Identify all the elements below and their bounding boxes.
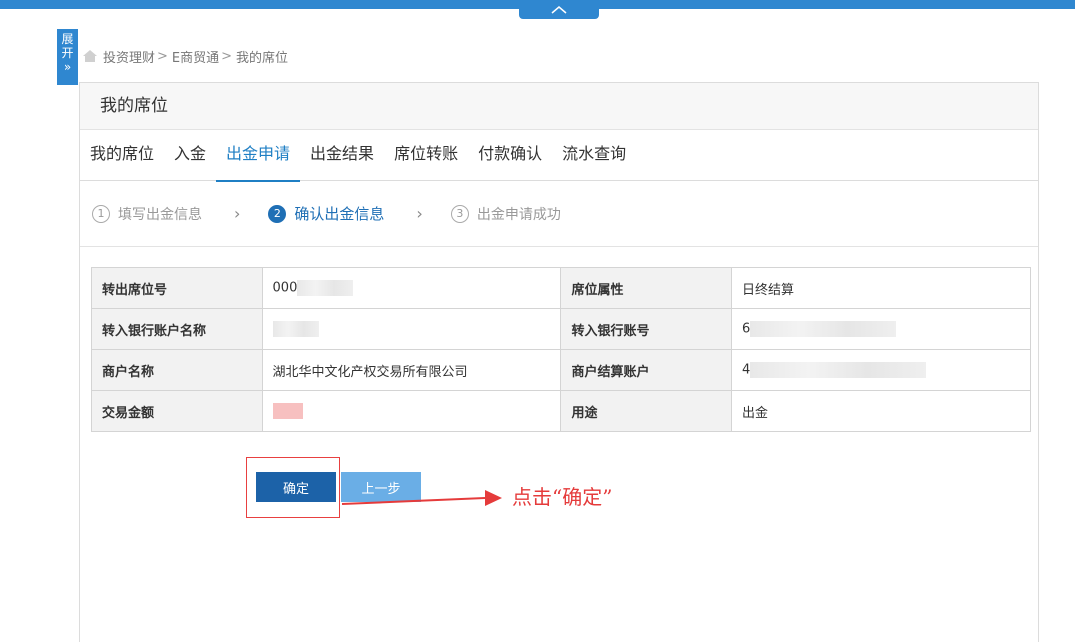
label-amount: 交易金额 — [91, 390, 263, 432]
tab-my-seat[interactable]: 我的席位 — [90, 130, 164, 180]
value-seat-attr: 日终结算 — [731, 267, 1031, 309]
step-number: 1 — [92, 204, 110, 223]
value-out-seat-no: 000 — [261, 267, 562, 309]
step-fill-info: 1 填写出金信息 — [92, 204, 202, 224]
tab-seat-transfer[interactable]: 席位转账 — [394, 130, 468, 180]
redacted-block — [272, 403, 303, 419]
label-seat-attr: 席位属性 — [560, 267, 733, 309]
tab-deposit[interactable]: 入金 — [174, 130, 216, 180]
chevron-up-icon — [551, 6, 567, 14]
annotation-arrow-icon — [341, 490, 502, 506]
redacted-block — [750, 362, 927, 378]
step-label: 出金申请成功 — [476, 206, 561, 223]
label-merchant-account: 商户结算账户 — [560, 349, 733, 391]
tab-flow-query[interactable]: 流水查询 — [562, 130, 636, 180]
table-row: 转入银行账户名称 转入银行账号 6 — [91, 308, 1031, 350]
label-merchant-name: 商户名称 — [91, 349, 263, 391]
confirm-button[interactable]: 确定 — [256, 472, 336, 502]
value-bank-account-no: 6 — [731, 308, 1031, 350]
step-number: 2 — [268, 204, 287, 223]
tab-withdraw-result[interactable]: 出金结果 — [310, 130, 384, 180]
step-success: 3 出金申请成功 — [450, 204, 561, 224]
breadcrumb: 投资理财 > E商贸通 > 我的席位 — [82, 47, 289, 66]
chevron-right-icon: › — [416, 204, 423, 223]
collapse-header-button[interactable] — [519, 0, 599, 19]
value-merchant-account: 4 — [731, 349, 1031, 391]
withdraw-info-table: 转出席位号 000 席位属性 日终结算 转入银行账户名称 转入银行账号 6 商户… — [91, 267, 1031, 432]
chevron-right-icon: › — [234, 204, 241, 223]
step-number: 3 — [450, 204, 469, 223]
progress-steps: 1 填写出金信息 › 2 确认出金信息 › 3 出金申请成功 — [80, 181, 1038, 247]
step-confirm-info: 2 确认出金信息 — [268, 203, 384, 224]
expand-sidebar-tab[interactable]: 展 开 » — [57, 29, 78, 85]
tab-payment-confirm[interactable]: 付款确认 — [478, 130, 552, 180]
label-bank-account-no: 转入银行账号 — [560, 308, 733, 350]
table-row: 商户名称 湖北华中文化产权交易所有限公司 商户结算账户 4 — [91, 349, 1031, 391]
masked-text: 6 — [742, 321, 751, 337]
tab-bar: 我的席位 入金 出金申请 出金结果 席位转账 付款确认 流水查询 — [80, 130, 1038, 182]
main-panel: 我的席位 我的席位 入金 出金申请 出金结果 席位转账 付款确认 流水查询 1 … — [79, 82, 1039, 642]
table-row: 交易金额 用途 出金 — [91, 390, 1031, 432]
panel-title: 我的席位 — [80, 83, 1038, 130]
breadcrumb-item-my-seat: 我的席位 — [236, 50, 289, 66]
redacted-block — [272, 321, 319, 337]
breadcrumb-separator: > — [157, 48, 168, 64]
label-purpose: 用途 — [560, 390, 733, 432]
expand-label-1: 展 — [61, 32, 74, 46]
expand-label-2: 开 — [61, 46, 74, 60]
annotation-text: 点击“确定” — [512, 485, 613, 509]
value-bank-account-name — [261, 308, 562, 350]
breadcrumb-item-emaotong[interactable]: E商贸通 — [172, 47, 219, 66]
value-purpose: 出金 — [731, 390, 1031, 432]
masked-text: 000 — [272, 280, 298, 296]
table-row: 转出席位号 000 席位属性 日终结算 — [91, 267, 1031, 309]
step-label: 确认出金信息 — [294, 205, 385, 223]
value-merchant-name: 湖北华中文化产权交易所有限公司 — [261, 349, 562, 391]
tab-withdraw-apply[interactable]: 出金申请 — [216, 130, 301, 182]
step-label: 填写出金信息 — [118, 206, 202, 223]
masked-text: 4 — [742, 362, 751, 378]
redacted-block — [297, 280, 354, 296]
double-chevron-icon: » — [63, 60, 72, 74]
redacted-block — [750, 321, 897, 337]
home-icon — [83, 50, 97, 62]
label-out-seat-no: 转出席位号 — [91, 267, 263, 309]
breadcrumb-separator: > — [221, 48, 233, 64]
value-amount — [261, 390, 562, 432]
breadcrumb-item-invest[interactable]: 投资理财 — [103, 47, 155, 66]
label-bank-account-name: 转入银行账户名称 — [91, 308, 263, 350]
